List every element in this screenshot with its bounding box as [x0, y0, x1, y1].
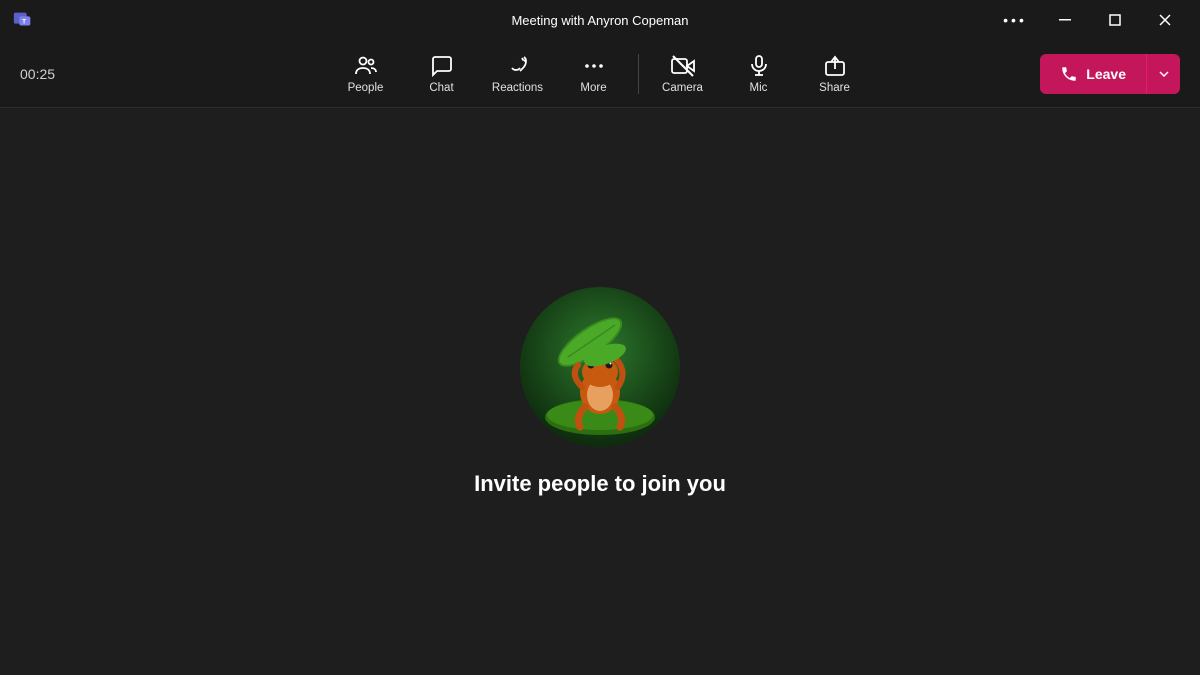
chat-label: Chat — [429, 82, 453, 94]
mic-icon — [747, 54, 771, 78]
camera-icon — [671, 54, 695, 78]
mic-button[interactable]: Mic — [723, 44, 795, 104]
toolbar-divider — [638, 54, 639, 94]
hangup-icon — [1060, 65, 1078, 83]
share-label: Share — [819, 82, 850, 94]
more-icon — [582, 54, 606, 78]
camera-button[interactable]: Camera — [647, 44, 719, 104]
meeting-main-content: Invite people to join you — [0, 108, 1200, 675]
more-label: More — [580, 82, 606, 94]
meeting-toolbar: 00:25 People Chat — [0, 40, 1200, 108]
people-button[interactable]: People — [330, 44, 402, 104]
title-bar: T Meeting with Anyron Copeman ••• — [0, 0, 1200, 40]
meeting-timer: 00:25 — [20, 66, 55, 82]
user-avatar — [520, 287, 680, 447]
teams-logo-icon: T — [12, 9, 34, 31]
close-button[interactable] — [1142, 4, 1188, 36]
people-icon — [354, 54, 378, 78]
titlebar-more-button[interactable]: ••• — [992, 4, 1038, 36]
title-bar-left: T — [12, 9, 34, 31]
people-label: People — [348, 82, 384, 94]
chat-button[interactable]: Chat — [406, 44, 478, 104]
svg-text:T: T — [22, 19, 26, 26]
leave-dropdown-button[interactable] — [1146, 54, 1180, 94]
chevron-down-icon — [1158, 68, 1170, 80]
mic-label: Mic — [750, 82, 768, 94]
reactions-icon — [506, 54, 530, 78]
invite-message: Invite people to join you — [474, 471, 726, 497]
reactions-button[interactable]: Reactions — [482, 44, 554, 104]
avatar-illustration — [520, 287, 680, 447]
minimize-button[interactable] — [1042, 4, 1088, 36]
chat-icon — [430, 54, 454, 78]
toolbar-group-right: Camera Mic Share — [647, 44, 871, 104]
share-icon — [823, 54, 847, 78]
leave-area: Leave — [1040, 54, 1180, 94]
maximize-button[interactable] — [1092, 4, 1138, 36]
toolbar-group-left: People Chat Reactions — [330, 44, 630, 104]
camera-label: Camera — [662, 82, 703, 94]
share-button[interactable]: Share — [799, 44, 871, 104]
title-bar-controls: ••• — [992, 4, 1188, 36]
leave-button[interactable]: Leave — [1040, 54, 1146, 94]
more-button[interactable]: More — [558, 44, 630, 104]
window-title: Meeting with Anyron Copeman — [511, 13, 688, 28]
reactions-label: Reactions — [492, 82, 543, 94]
